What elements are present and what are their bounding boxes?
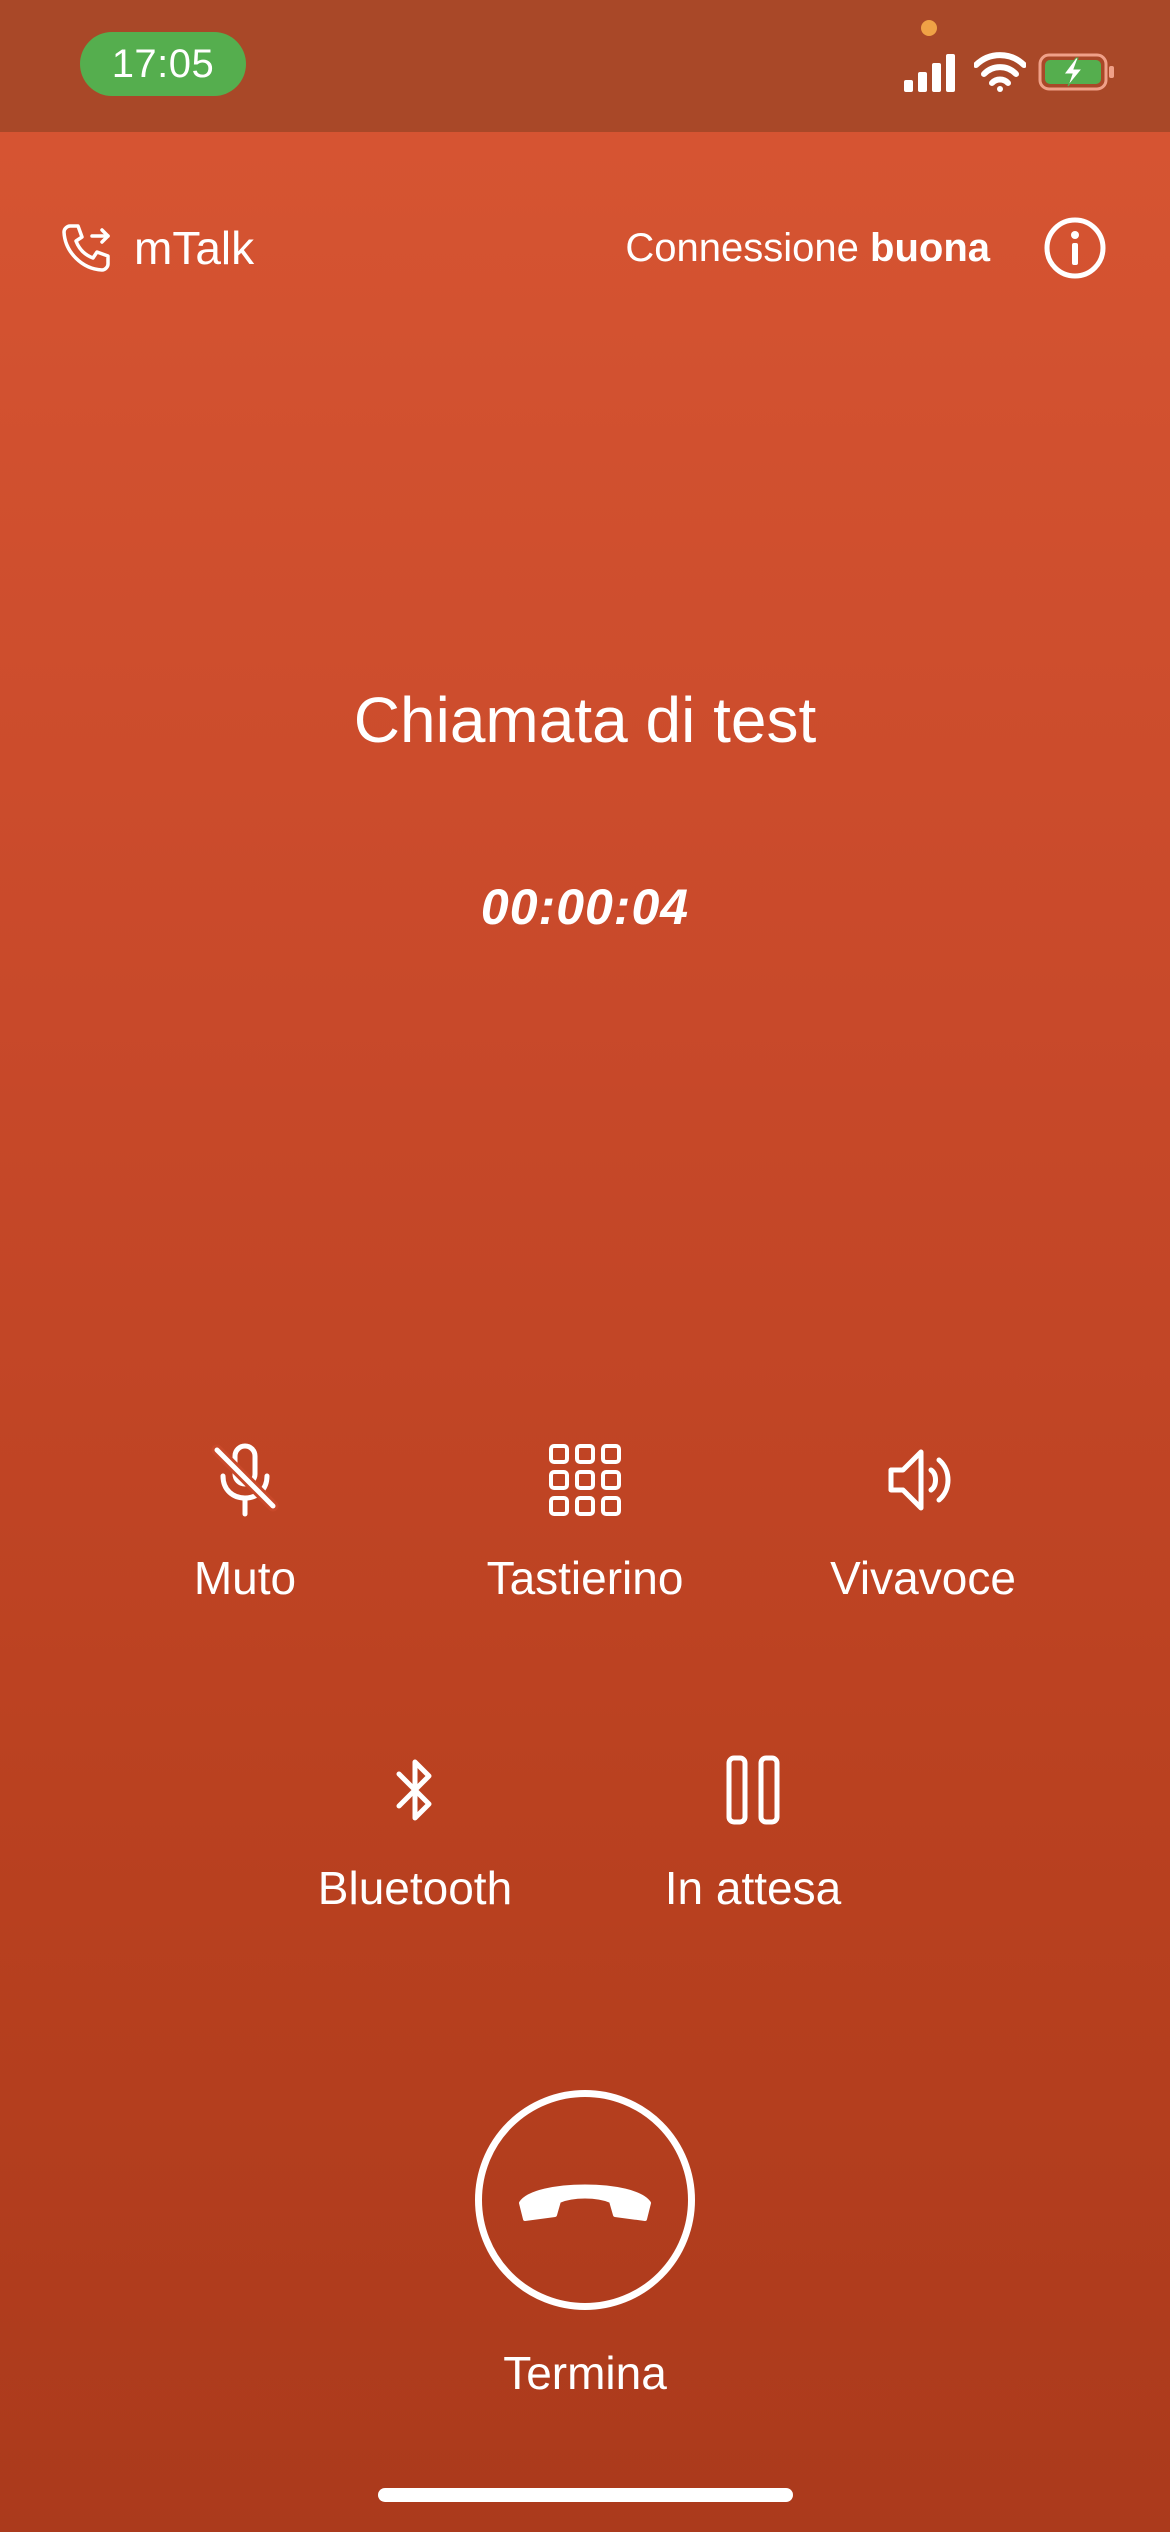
mute-button[interactable]: Muto — [90, 1400, 400, 1650]
mute-label: Muto — [193, 1552, 297, 1604]
privacy-indicator-dot — [921, 20, 937, 36]
connection-quality: buona — [870, 226, 990, 270]
speaker-button[interactable]: Vivavoce — [768, 1400, 1078, 1650]
pause-icon — [726, 1755, 780, 1825]
end-call-label: Termina — [503, 2347, 667, 2399]
app-header: mTalk Connessione buona — [0, 200, 1170, 300]
status-icons — [904, 48, 1144, 96]
bluetooth-label: Bluetooth — [317, 1862, 513, 1914]
connection-status: Connessione buona — [625, 220, 990, 276]
home-indicator[interactable] — [378, 2488, 793, 2502]
speaker-label: Vivavoce — [830, 1552, 1016, 1604]
phone-outgoing-icon — [62, 224, 110, 272]
info-icon[interactable] — [1043, 216, 1107, 280]
microphone-off-icon — [211, 1443, 279, 1517]
bluetooth-button[interactable]: Bluetooth — [260, 1710, 570, 1960]
call-title: Chiamata di test — [353, 684, 817, 756]
keypad-button[interactable]: Tastierino — [430, 1400, 740, 1650]
wifi-icon — [974, 52, 1026, 92]
signal-icon — [904, 54, 955, 92]
end-call-button[interactable] — [475, 2090, 695, 2310]
app-name: mTalk — [134, 222, 255, 274]
call-timer: 00:00:04 — [480, 879, 690, 935]
hang-up-icon — [519, 2184, 651, 2221]
connection-label: Connessione — [625, 226, 859, 270]
keypad-label: Tastierino — [486, 1552, 684, 1604]
bluetooth-icon — [396, 1759, 432, 1821]
speaker-icon — [888, 1449, 951, 1511]
battery-charging-icon — [1038, 53, 1114, 91]
status-time: 17:05 — [80, 32, 246, 96]
keypad-icon — [549, 1444, 621, 1516]
hold-label: In attesa — [664, 1862, 842, 1914]
hold-button[interactable]: In attesa — [598, 1710, 908, 1960]
status-bar: 17:05 — [0, 0, 1170, 132]
